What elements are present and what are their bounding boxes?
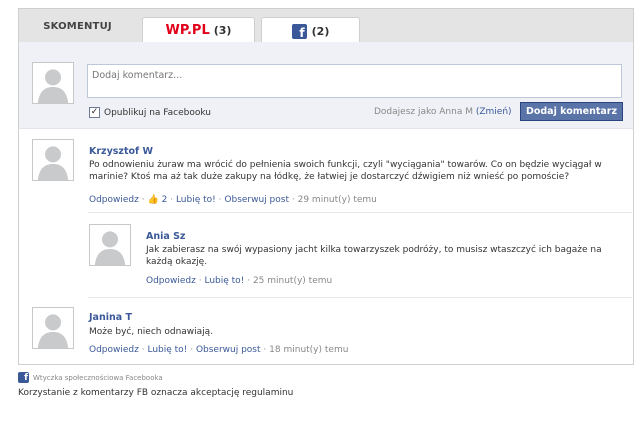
facebook-plugin-credit[interactable]: f Wtyczka społecznościowa Facebooka [18, 372, 163, 383]
like-link[interactable]: Lubię to! [204, 276, 244, 286]
profile-silhouette-icon [33, 63, 73, 103]
comment-text: Może być, niech odnawiają. [89, 327, 214, 337]
posting-as-text: Dodajesz jako Anna M [374, 107, 473, 117]
reply-actions: Odpowiedz · Lubię to! · 25 minut(y) temu [146, 276, 333, 286]
posting-as-info: Dodajesz jako Anna M (Zmień) [374, 107, 512, 117]
publish-checkbox[interactable]: ✓ [89, 107, 100, 118]
avatar-reply-author[interactable] [89, 224, 131, 266]
reply-text: Jak zabierasz na swój wypasiony jacht ki… [146, 245, 602, 267]
publish-label: Opublikuj na Facebooku [104, 107, 212, 118]
like-link[interactable]: Lubię to! [147, 345, 187, 355]
tab-skomentuj[interactable]: SKOMENTUJ [19, 9, 136, 43]
tab-facebook[interactable]: f (2) [261, 17, 360, 44]
thumbs-up-icon: 👍 [147, 195, 159, 205]
comment-actions: Odpowiedz · 👍 2 · Lubię to! · Obserwuj p… [89, 195, 377, 205]
plugin-label: Wtyczka społecznościowa Facebooka [33, 373, 163, 382]
tab-wp-count: (3) [213, 24, 232, 37]
terms-notice[interactable]: Korzystanie z komentarzy FB oznacza akce… [18, 388, 293, 398]
comment-input[interactable]: Dodaj komentarz... [87, 64, 622, 98]
comment-source-tabs: SKOMENTUJ WP.PL (3) f (2) [18, 8, 634, 44]
reply-author[interactable]: Ania Sz [146, 231, 185, 242]
profile-silhouette-icon [90, 225, 130, 265]
comment-actions: Odpowiedz · Lubię to! · Obserwuj post · … [89, 345, 349, 355]
reply-link[interactable]: Odpowiedz [146, 276, 196, 286]
publish-to-facebook-option[interactable]: ✓ Opublikuj na Facebooku [89, 107, 211, 118]
comment-author[interactable]: Janina T [89, 312, 132, 323]
avatar-current-user [32, 62, 74, 104]
tab-wp[interactable]: WP.PL (3) [142, 17, 255, 43]
comment-timestamp[interactable]: 18 minut(y) temu [269, 345, 348, 355]
comment-text: Po odnowieniu żuraw ma wrócić do pełnien… [89, 160, 602, 182]
change-user-link[interactable]: (Zmień) [476, 107, 512, 117]
like-link[interactable]: Lubię to! [176, 195, 216, 205]
comment-author[interactable]: Krzysztof W [89, 146, 153, 157]
avatar-comment-author[interactable] [32, 307, 74, 349]
reply-link[interactable]: Odpowiedz [89, 195, 139, 205]
comment-timestamp[interactable]: 29 minut(y) temu [298, 195, 377, 205]
avatar-comment-author[interactable] [32, 139, 74, 181]
tab-facebook-count: (2) [311, 24, 330, 38]
reply-link[interactable]: Odpowiedz [89, 345, 139, 355]
tab-wp-label: WP.PL [165, 23, 210, 38]
facebook-icon: f [291, 23, 307, 39]
add-comment-button[interactable]: Dodaj komentarz [520, 102, 623, 121]
like-count[interactable]: 👍 2 [147, 195, 167, 205]
follow-post-link[interactable]: Obserwuj post [196, 345, 261, 355]
divider [88, 297, 632, 298]
follow-post-link[interactable]: Obserwuj post [224, 195, 289, 205]
profile-silhouette-icon [33, 308, 73, 348]
divider [88, 212, 632, 213]
facebook-icon: f [18, 372, 29, 383]
reply-timestamp[interactable]: 25 minut(y) temu [253, 276, 332, 286]
profile-silhouette-icon [33, 140, 73, 180]
